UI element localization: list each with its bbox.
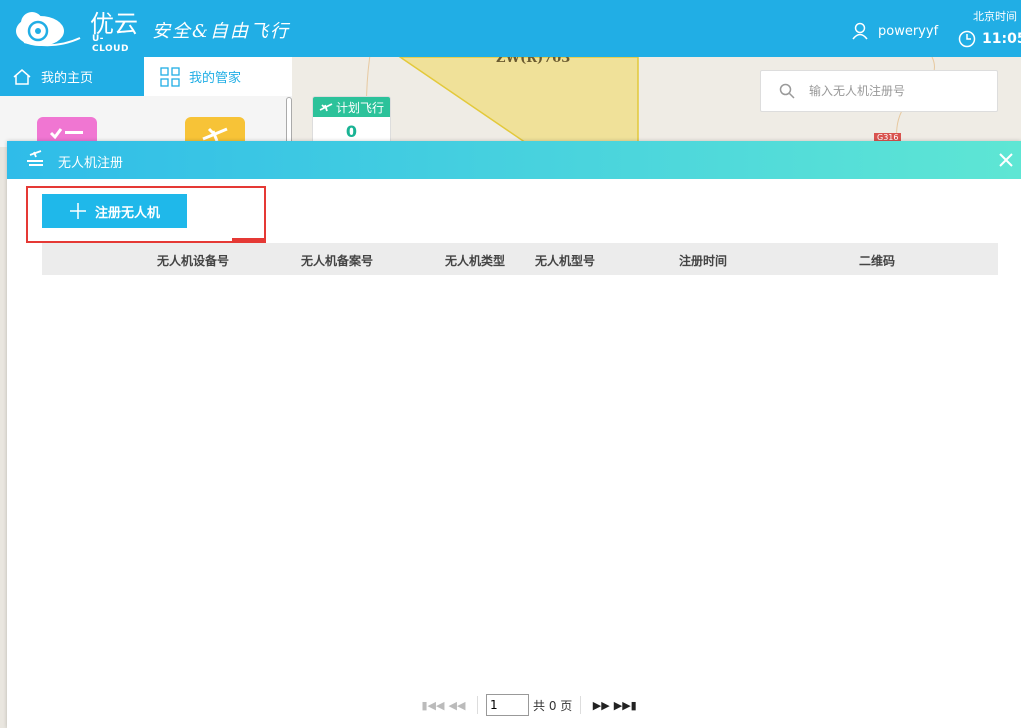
plus-icon: [69, 203, 86, 219]
airspace-zone-label: ZW(R)703: [496, 57, 571, 66]
app-logo[interactable]: 优云 U-CLOUD: [14, 6, 140, 54]
pagination: ▮◀◀ ◀◀ 共 0 页 ▶▶ ▶▶▮: [421, 694, 637, 716]
page-number-input[interactable]: [486, 694, 529, 716]
pager-divider: [477, 696, 478, 714]
register-drone-button[interactable]: 注册无人机: [42, 194, 187, 228]
register-drone-label: 注册无人机: [94, 205, 160, 221]
clock: 北京时间 11:05: [958, 8, 1021, 48]
modal-title: 无人机注册: [58, 156, 124, 171]
user-icon: [852, 22, 868, 40]
drone-search-box[interactable]: [760, 70, 998, 112]
total-pages: 共 0 页: [533, 698, 573, 713]
col-device-no: 无人机设备号: [157, 254, 230, 268]
close-icon[interactable]: [997, 151, 1015, 169]
planned-flight-count: 0: [345, 122, 358, 141]
tab-butler-label: 我的管家: [189, 71, 242, 86]
brand-name-en: U-CLOUD: [92, 34, 129, 54]
slogan: 安全&自由飞行: [152, 21, 291, 42]
modal-header: 无人机注册: [7, 141, 1021, 179]
map-area[interactable]: ZW(R)703 G316 计划飞行 0: [292, 57, 1021, 147]
tab-home-label: 我的主页: [41, 71, 94, 86]
planned-flight-card[interactable]: 计划飞行 0: [312, 96, 391, 147]
col-model: 无人机型号: [535, 254, 596, 268]
tab-butler[interactable]: 我的管家: [144, 57, 292, 96]
col-type: 无人机类型: [445, 254, 506, 268]
prev-page-icon[interactable]: ◀◀: [445, 699, 469, 712]
drone-register-icon: [27, 150, 43, 166]
planned-flight-label: 计划飞行: [335, 100, 384, 115]
col-register-time: 注册时间: [679, 254, 728, 268]
username: poweryyf: [878, 23, 939, 39]
next-page-icon[interactable]: ▶▶: [589, 699, 613, 712]
search-icon: [779, 83, 795, 99]
pager-divider: [580, 696, 582, 714]
table-header: 无人机设备号 无人机备案号 无人机类型 无人机型号 注册时间 二维码: [42, 243, 998, 275]
drone-register-modal: 无人机注册 注册无人机 无人机设备号 无人机备案号 无人机类型 无人机型号 注册…: [7, 141, 1021, 728]
col-qrcode: 二维码: [859, 254, 896, 268]
top-header: 优云 U-CLOUD 安全&自由飞行 poweryyf 北京时间 11:05: [0, 0, 1021, 57]
highlight-underline: [232, 238, 266, 241]
grid-icon: [160, 66, 180, 87]
last-page-icon[interactable]: ▶▶▮: [613, 699, 637, 712]
user-menu[interactable]: poweryyf: [852, 22, 938, 40]
time-value: 11:05: [982, 31, 1021, 47]
home-icon: [13, 68, 31, 85]
tab-home[interactable]: 我的主页: [0, 57, 144, 96]
left-panel: 我的主页 我的管家: [0, 57, 292, 147]
plane-small-icon: [319, 103, 333, 112]
time-label: 北京时间: [973, 10, 1017, 23]
col-record-no: 无人机备案号: [301, 254, 374, 268]
first-page-icon[interactable]: ▮◀◀: [421, 699, 445, 712]
search-input[interactable]: [809, 84, 979, 98]
clock-icon: [958, 30, 976, 48]
